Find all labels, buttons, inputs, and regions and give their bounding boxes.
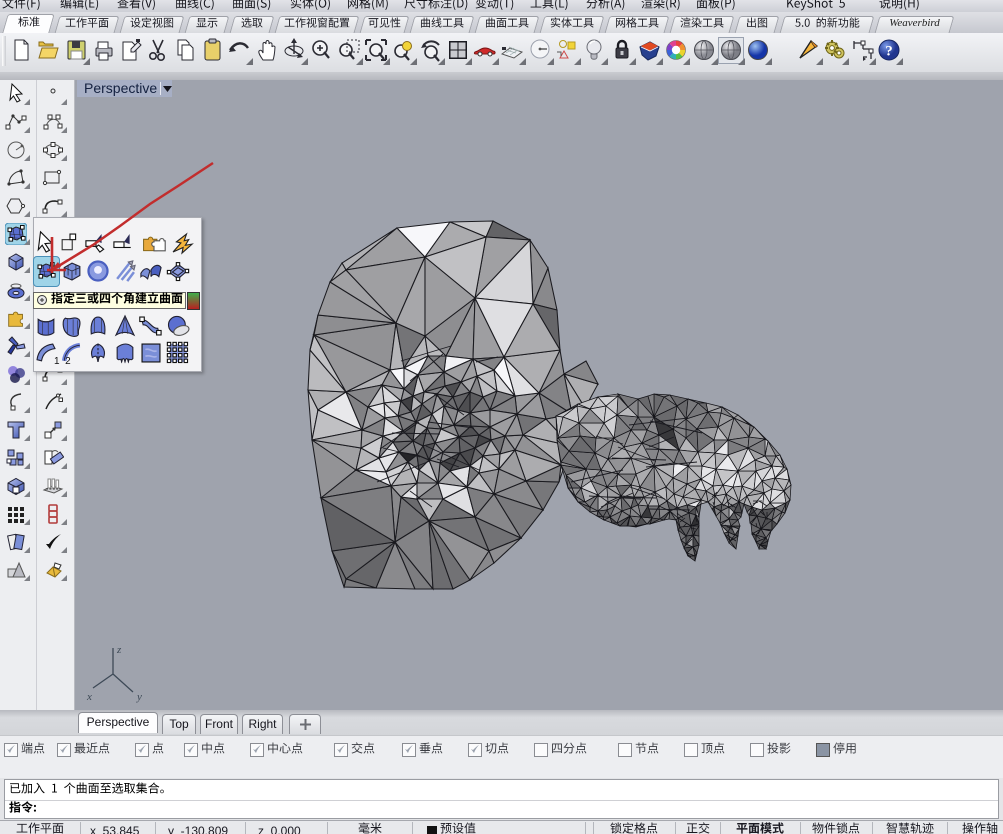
svg-text:x: x [86,691,92,703]
svg-text:?: ? [885,44,893,60]
svg-text:z: z [116,644,122,656]
svg-text:y: y [136,691,142,703]
